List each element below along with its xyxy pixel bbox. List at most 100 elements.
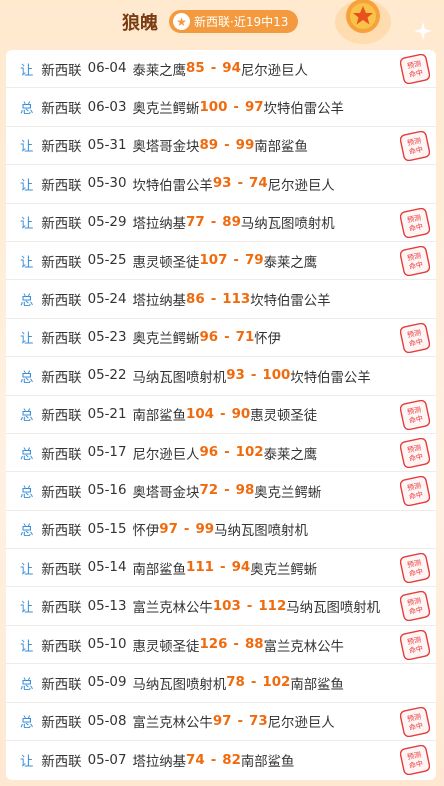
list-item[interactable]: 让新西联 05-07 塔拉纳基 74-82 南部鲨鱼 预测 命中 — [6, 741, 436, 779]
row-home-team: 富兰克林公牛 — [132, 601, 213, 617]
list-item[interactable]: 让新西联 05-13 富兰克林公牛 103-112 马纳瓦图喷射机 预测 命中 — [6, 587, 436, 626]
row-away-score: 99 — [235, 137, 255, 153]
row-tag: 总 — [20, 485, 34, 501]
row-league: 新西联 — [41, 601, 82, 617]
row-home-team: 塔拉纳基 — [132, 755, 187, 771]
row-tag: 总 — [20, 102, 34, 118]
row-tag: 总 — [20, 409, 34, 425]
row-away-team: 马纳瓦图喷射机 — [240, 217, 335, 233]
row-score-dash: - — [210, 214, 217, 230]
row-league: 新西联 — [41, 639, 82, 655]
list-item[interactable]: 让新西联 05-29 塔拉纳基 77-89 马纳瓦图喷射机 预测 命中 — [6, 204, 436, 242]
list-item[interactable]: 让新西联 06-04 泰莱之鹰 85-94 尼尔逊巨人 预测 命中 — [6, 50, 436, 89]
row-away-team: 尼尔逊巨人 — [267, 178, 335, 194]
list-item[interactable]: 总新西联 05-24 塔拉纳基 86-113 坎特伯雷公羊 — [6, 280, 436, 319]
row-score-dash: - — [233, 253, 239, 269]
row-date: 05-23 — [87, 329, 127, 345]
row-date: 05-09 — [87, 675, 127, 691]
row-date: 05-30 — [87, 176, 127, 192]
row-home-team: 马纳瓦图喷射机 — [132, 370, 227, 386]
hit-stamp-icon: 预测命中 — [400, 437, 430, 468]
list-item[interactable]: 让新西联 05-14 南部鲨鱼 111-94 奥克兰鳄蜥 预测 命中 — [6, 549, 436, 588]
list-item[interactable]: 让新西联 05-23 奥克兰鳄蜥 96-71 怀伊 预测 命中 — [6, 319, 436, 358]
row-home-team: 马纳瓦图喷射机 — [132, 677, 227, 693]
hit-stamp-icon: 预测命中 — [400, 476, 430, 507]
row-away-score: 74 — [249, 176, 268, 192]
row-home-team: 奥克兰鳄蜥 — [132, 332, 200, 348]
row-away-score: 97 — [244, 99, 264, 115]
list-item[interactable]: 让新西联 05-30 坎特伯雷公羊 93-74 尼尔逊巨人 — [6, 165, 436, 204]
row-away-score: 99 — [195, 521, 215, 537]
row-date: 05-16 — [87, 483, 127, 499]
hit-stamp-icon: 预测命中 — [400, 399, 430, 430]
prediction-list: 让新西联 06-04 泰莱之鹰 85-94 尼尔逊巨人 预测 命中总新西联 06-03 奥克兰鳄… — [6, 50, 436, 780]
row-away-score: 82 — [222, 752, 241, 768]
list-item[interactable]: 总新西联 05-08 富兰克林公牛 97-73 尼尔逊巨人 预测 命中 — [6, 703, 436, 742]
row-score-dash: - — [250, 675, 257, 691]
list-item[interactable]: 总新西联 05-17 尼尔逊巨人 96-102 泰莱之鹰 预测 命中 — [6, 434, 436, 473]
row-date: 05-07 — [87, 752, 127, 768]
row-tag: 让 — [20, 639, 34, 655]
row-away-score: 94 — [222, 61, 241, 77]
row-league: 新西联 — [41, 485, 82, 501]
row-date: 05-31 — [87, 137, 127, 153]
list-item[interactable]: 总新西联 05-15 怀伊 97-99 马纳瓦图喷射机 — [6, 511, 436, 550]
row-away-score: 102 — [262, 675, 291, 691]
row-away-team: 坎特伯雷公羊 — [290, 370, 371, 386]
list-item[interactable]: 总新西联 06-03 奥克兰鳄蜥 100-97 坎特伯雷公羊 — [6, 88, 436, 127]
hit-stamp-icon: 预测命中 — [400, 54, 430, 84]
row-tag: 让 — [20, 332, 34, 348]
row-home-team: 塔拉纳基 — [132, 217, 187, 233]
list-item[interactable]: 总新西联 05-21 南部鲨鱼 104-90 惠灵顿圣徒 预测 命中 — [6, 396, 436, 434]
row-home-score: 74 — [186, 752, 205, 768]
row-away-score: 73 — [249, 713, 268, 729]
row-tag: 总 — [20, 716, 34, 732]
row-league: 新西联 — [41, 102, 82, 118]
list-item[interactable]: 总新西联 05-09 马纳瓦图喷射机 78-102 南部鲨鱼 — [6, 664, 436, 703]
row-home-team: 富兰克林公牛 — [132, 716, 213, 732]
hit-stamp-icon: 预测命中 — [400, 553, 430, 584]
row-tag: 总 — [20, 677, 34, 693]
row-league: 新西联 — [41, 370, 82, 386]
row-tag: 总 — [20, 524, 34, 540]
row-league: 新西联 — [41, 409, 82, 425]
row-score-dash: - — [237, 176, 244, 192]
list-item[interactable]: 让新西联 05-25 惠灵顿圣徒 107-79 泰莱之鹰 预测 命中 — [6, 242, 436, 281]
row-away-team: 泰莱之鹰 — [263, 447, 318, 463]
record-badge: ★ 新西联·近19中13 — [169, 10, 299, 33]
row-away-team: 南部鲨鱼 — [290, 677, 344, 693]
row-away-score: 71 — [235, 329, 255, 345]
hit-stamp-icon: 预测命中 — [400, 322, 430, 353]
row-home-score: 100 — [199, 99, 228, 115]
row-score-dash: - — [210, 752, 217, 768]
row-away-score: 89 — [222, 214, 241, 230]
list-item[interactable]: 让新西联 05-31 奥塔哥金块 89-99 南部鲨鱼 预测 命中 — [6, 127, 436, 166]
list-item[interactable]: 总新西联 05-16 奥塔哥金块 72-98 奥克兰鳄蜥 预测 命中 — [6, 472, 436, 511]
row-home-team: 奥塔哥金块 — [132, 140, 200, 156]
row-league: 新西联 — [41, 178, 82, 194]
row-tag: 让 — [20, 755, 34, 771]
row-home-score: 78 — [226, 675, 245, 691]
row-home-score: 104 — [186, 406, 214, 422]
row-score-dash: - — [210, 61, 217, 77]
row-away-team: 富兰克林公牛 — [263, 639, 344, 655]
hit-stamp-icon: 预测命中 — [400, 245, 430, 276]
row-tag: 让 — [20, 217, 34, 233]
list-item[interactable]: 总新西联 05-22 马纳瓦图喷射机 93-100 坎特伯雷公羊 — [6, 357, 436, 396]
row-home-team: 南部鲨鱼 — [132, 562, 187, 578]
star-icon: ★ — [173, 13, 190, 30]
row-home-score: 77 — [186, 214, 205, 230]
row-tag: 让 — [20, 601, 34, 617]
row-date: 05-22 — [87, 368, 127, 384]
row-league: 新西联 — [41, 140, 82, 156]
row-score-dash: - — [224, 137, 230, 153]
row-away-score: 94 — [231, 560, 251, 576]
hit-stamp-icon: 预测命中 — [400, 591, 430, 622]
list-item[interactable]: 让新西联 05-10 惠灵顿圣徒 126-88 富兰克林公牛 预测 命中 — [6, 626, 436, 665]
row-date: 05-17 — [87, 445, 127, 461]
row-score-dash: - — [237, 713, 244, 729]
row-home-score: 86 — [186, 291, 205, 307]
row-away-team: 惠灵顿圣徒 — [250, 409, 318, 425]
row-away-team: 奥克兰鳄蜥 — [250, 562, 318, 578]
row-league: 新西联 — [41, 562, 82, 578]
